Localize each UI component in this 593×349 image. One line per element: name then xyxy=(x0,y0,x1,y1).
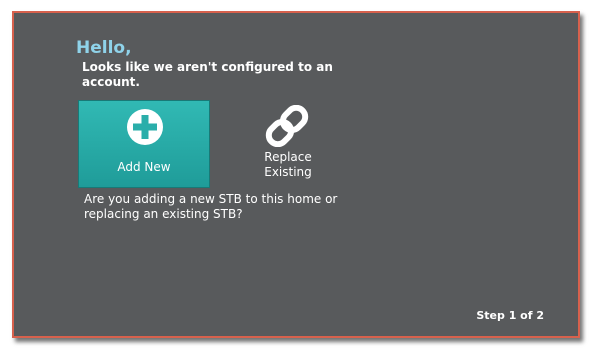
greeting-title: Hello, xyxy=(76,38,132,58)
replace-existing-option[interactable]: Replace Existing xyxy=(228,100,348,188)
add-new-label: Add New xyxy=(117,160,171,174)
replace-existing-label: Replace Existing xyxy=(264,150,312,179)
setup-question: Are you adding a new STB to this home or… xyxy=(84,192,338,221)
link-icon xyxy=(265,105,309,147)
step-indicator: Step 1 of 2 xyxy=(476,309,544,322)
account-status-message: Looks like we aren't configured to an ac… xyxy=(82,60,333,89)
add-new-option[interactable]: Add New xyxy=(78,100,210,188)
setup-screen: Hello, Looks like we aren't configured t… xyxy=(12,11,580,338)
plus-circle-icon xyxy=(127,109,163,145)
